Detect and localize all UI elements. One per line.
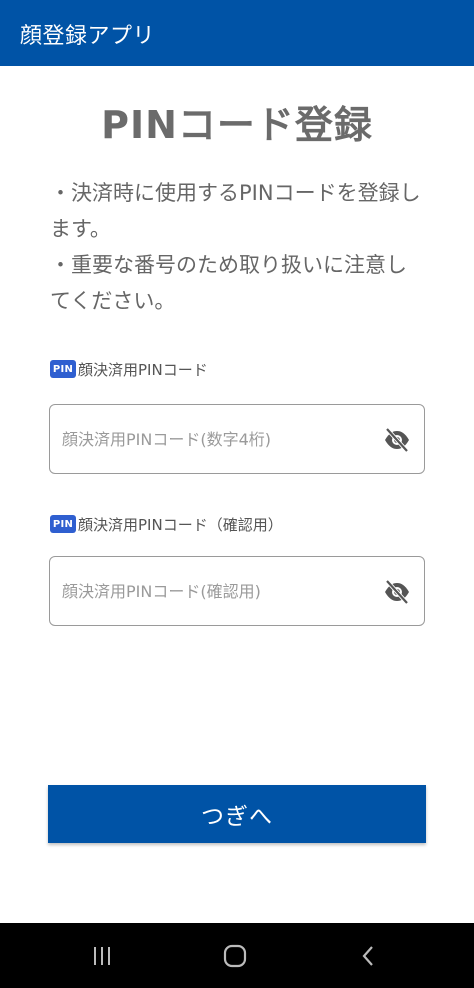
back-icon[interactable] <box>348 941 388 971</box>
pin-confirm-input[interactable] <box>62 557 372 625</box>
pin-input[interactable] <box>62 405 372 473</box>
pin-confirm-field-label: PIN 顔決済用PINコード（確認用） <box>50 514 283 534</box>
app-title: 顔登録アプリ <box>20 24 156 49</box>
pin-confirm-field-label-text: 顔決済用PINコード（確認用） <box>78 515 283 534</box>
pin-badge-icon: PIN <box>50 360 76 378</box>
description-line: ・決済時に使用するPINコードを登録します。 <box>50 181 421 241</box>
eye-off-icon[interactable] <box>382 427 412 453</box>
pin-confirm-input-box <box>49 556 425 626</box>
pin-input-box <box>49 404 425 474</box>
system-nav-bar <box>0 923 474 988</box>
recent-apps-icon[interactable] <box>82 941 122 971</box>
next-button[interactable]: つぎへ <box>48 785 426 843</box>
app-bar: 顔登録アプリ <box>0 0 474 66</box>
pin-badge-icon: PIN <box>50 515 76 533</box>
description-line: ・重要な番号のため取り扱いに注意してください。 <box>50 253 407 313</box>
home-icon[interactable] <box>215 941 255 971</box>
description: ・決済時に使用するPINコードを登録します。 ・重要な番号のため取り扱いに注意し… <box>50 175 422 319</box>
page-title: PINコード登録 <box>101 103 373 147</box>
pin-field-label: PIN 顔決済用PINコード <box>50 359 208 379</box>
eye-off-icon[interactable] <box>382 579 412 605</box>
pin-field-label-text: 顔決済用PINコード <box>78 360 208 379</box>
